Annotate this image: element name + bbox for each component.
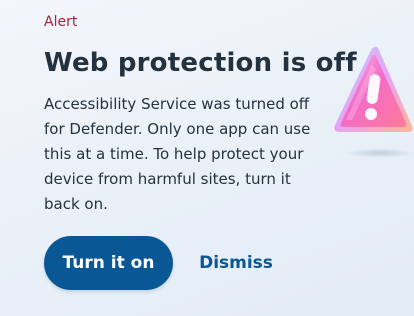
alert-title: Web protection is off [44,48,357,78]
turn-it-on-button[interactable]: Turn it on [44,236,173,290]
warning-triangle-icon [326,40,414,165]
dismiss-button[interactable]: Dismiss [196,236,276,290]
alert-message: Accessibility Service was turned off for… [44,95,311,213]
alert-eyebrow: Alert [44,14,78,30]
alert-card: Alert Web protection is off Accessibilit… [0,0,414,316]
